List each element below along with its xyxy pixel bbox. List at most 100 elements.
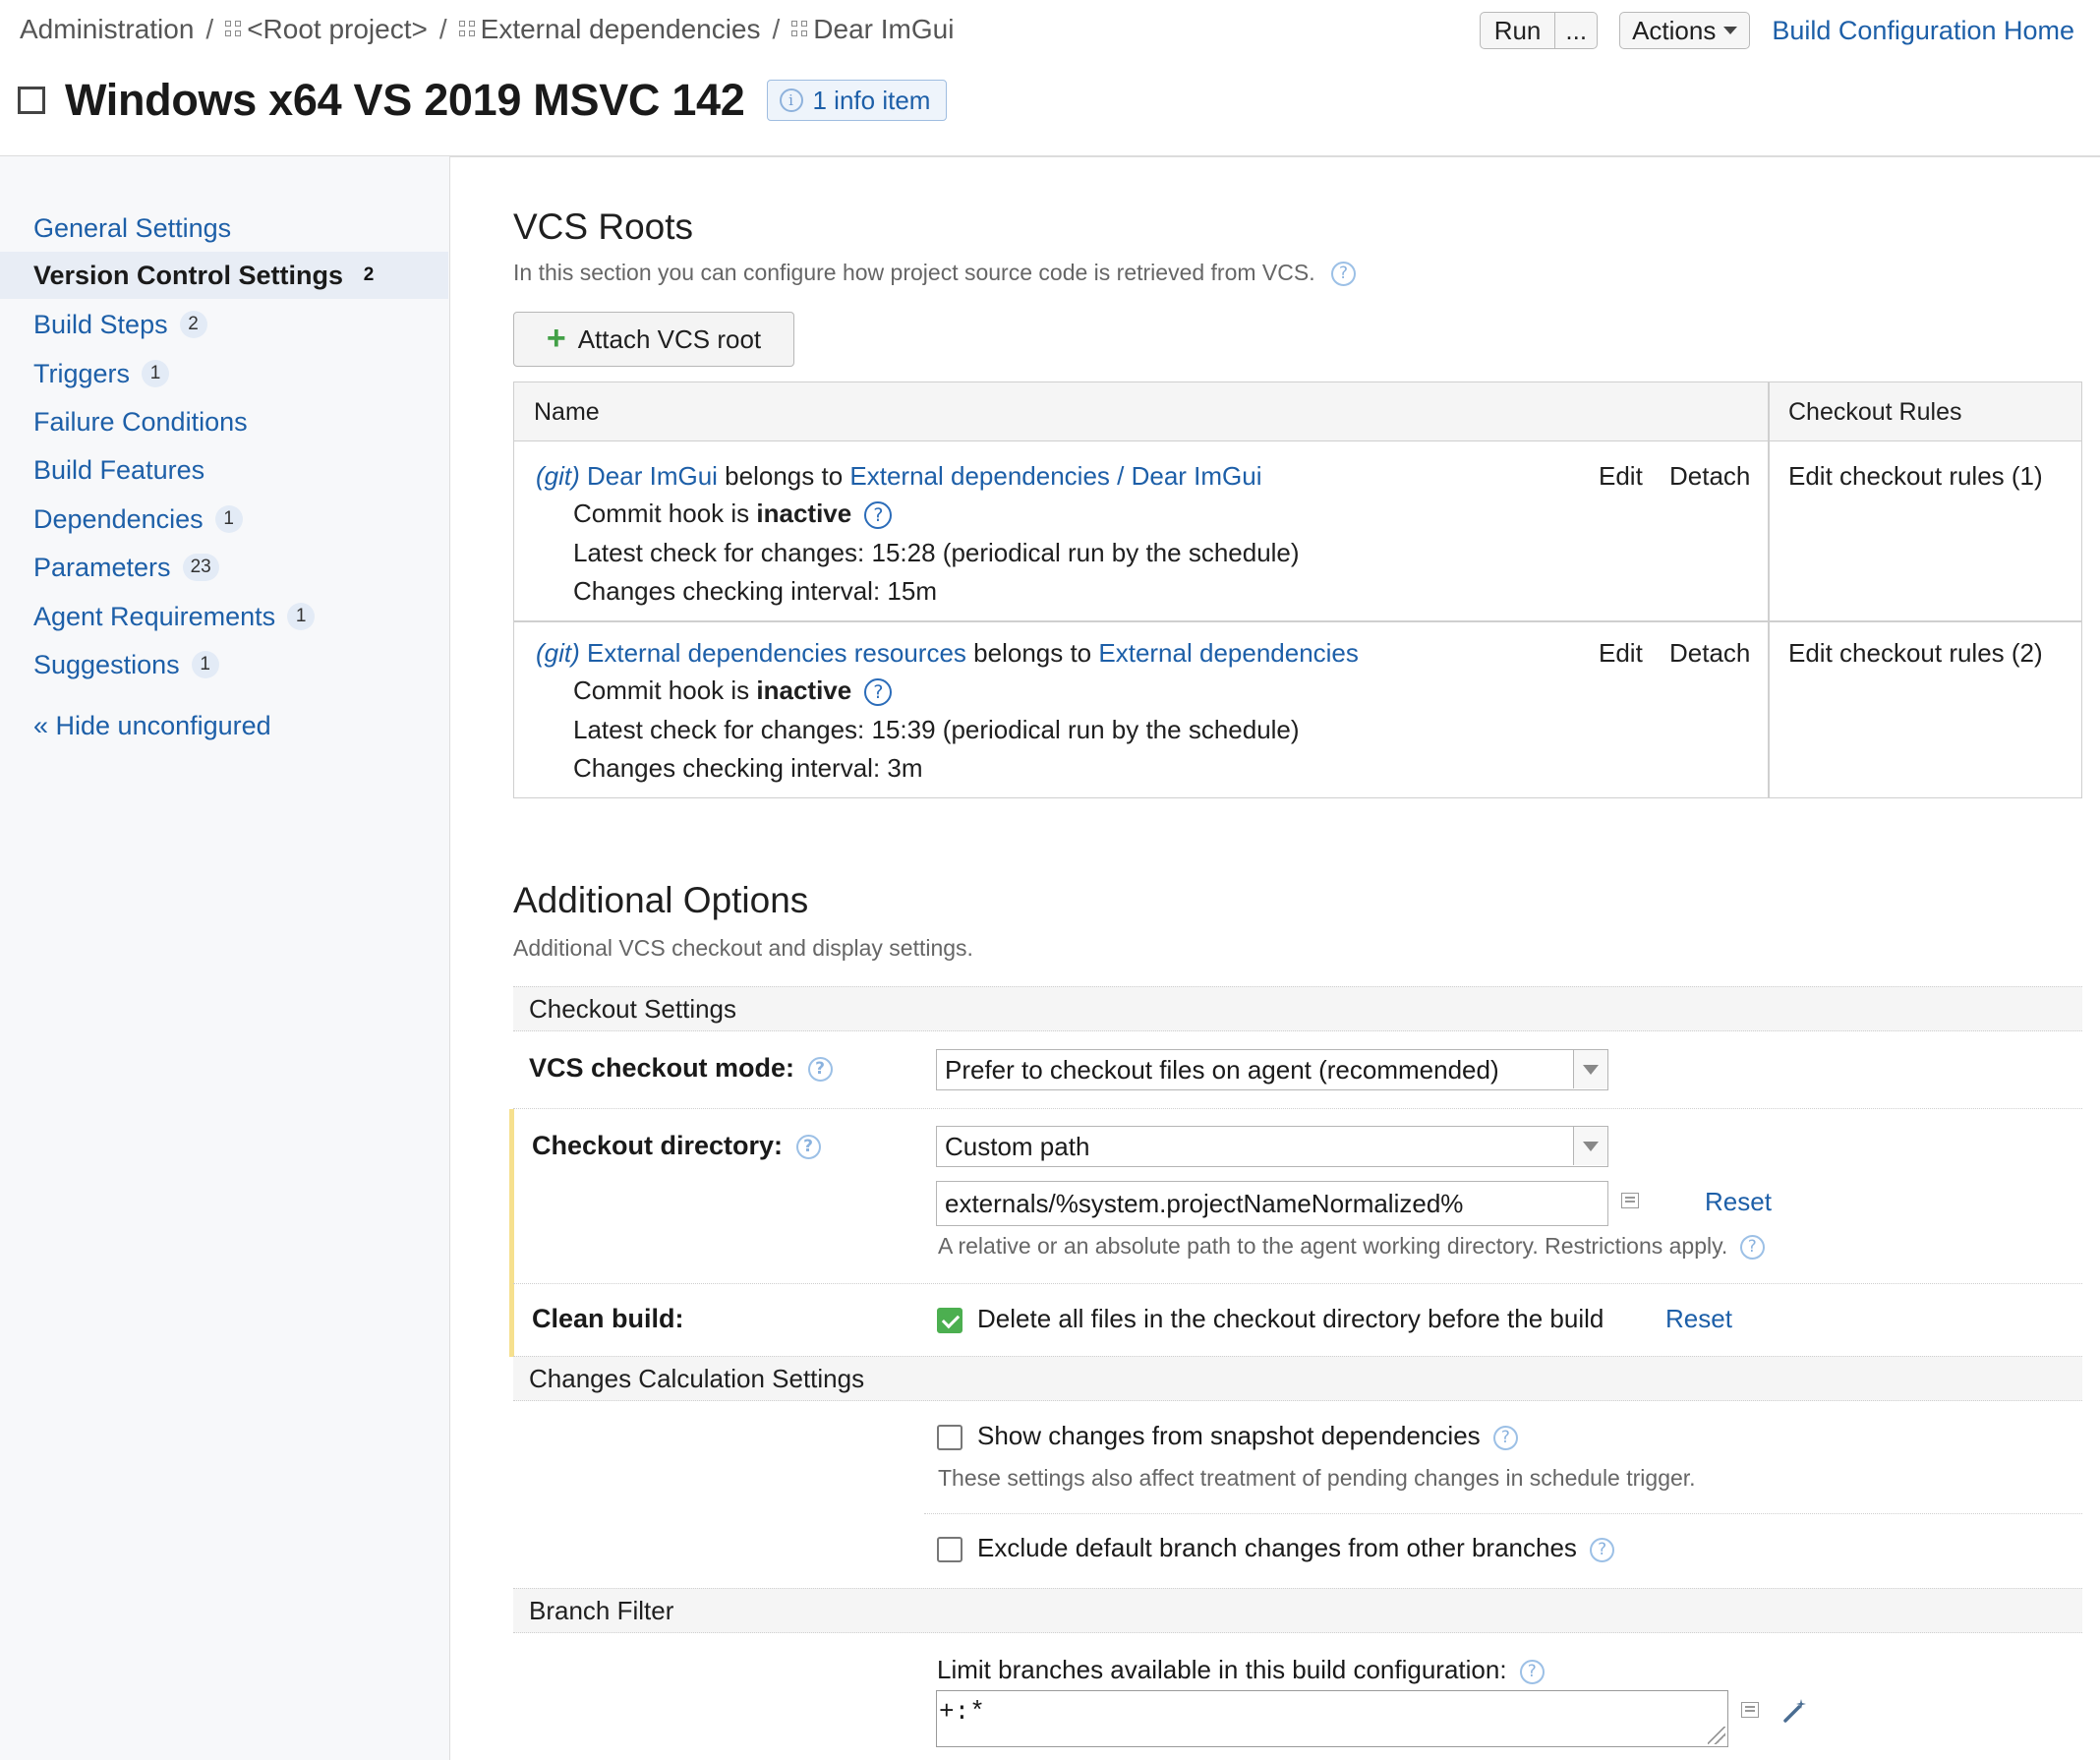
sidebar-item-general-settings[interactable]: General Settings — [0, 205, 448, 252]
edit-vcs-root-link[interactable]: Edit — [1599, 461, 1643, 492]
page-title: Windows x64 VS 2019 MSVC 142 — [65, 75, 745, 125]
commit-hook-prefix: Commit hook is — [573, 499, 750, 528]
sidebar-item-label: Build Features — [33, 454, 205, 485]
checkout-directory-reset-link[interactable]: Reset — [1705, 1187, 1772, 1217]
help-icon[interactable]: ? — [1331, 262, 1357, 287]
column-header-checkout-rules: Checkout Rules — [1769, 382, 2081, 441]
show-snapshot-changes-label: Show changes from snapshot dependencies — [977, 1421, 1481, 1450]
clean-build-reset-link[interactable]: Reset — [1665, 1304, 1732, 1334]
sidebar-item-suggestions[interactable]: Suggestions 1 — [0, 641, 448, 688]
resize-handle-icon[interactable] — [1708, 1727, 1725, 1744]
edit-checkout-rules-link[interactable]: Edit checkout rules (1) — [1788, 461, 2043, 492]
breadcrumb-administration[interactable]: Administration — [20, 14, 194, 45]
run-button[interactable]: Run — [1481, 13, 1555, 48]
help-icon[interactable]: ? — [795, 1135, 821, 1160]
sidebar-item-triggers[interactable]: Triggers 1 — [0, 350, 448, 397]
count-badge: 1 — [191, 651, 219, 678]
actions-dropdown[interactable]: Actions — [1619, 12, 1751, 49]
sidebar-item-label: Build Steps — [33, 309, 168, 339]
row-divider — [513, 1283, 2082, 1284]
help-icon[interactable]: ? — [1739, 1235, 1765, 1261]
vcs-root-owner-link[interactable]: External dependencies / Dear ImGui — [849, 461, 1261, 491]
row-divider — [513, 1108, 2082, 1109]
sidebar-item-version-control-settings[interactable]: Version Control Settings 2 — [0, 252, 448, 299]
sidebar-item-failure-conditions[interactable]: Failure Conditions — [0, 398, 448, 445]
sidebar-item-build-steps[interactable]: Build Steps 2 — [0, 301, 448, 348]
show-snapshot-changes-row: Show changes from snapshot dependencies … — [977, 1421, 1518, 1451]
sidebar-item-label: Agent Requirements — [33, 601, 276, 631]
additional-options-description: Additional VCS checkout and display sett… — [513, 935, 973, 961]
row-divider — [514, 620, 2081, 622]
vcs-type: (git) — [536, 638, 580, 668]
sidebar-item-build-features[interactable]: Build Features — [0, 446, 448, 494]
attach-vcs-root-label: Attach VCS root — [577, 323, 762, 354]
count-badge: 1 — [142, 360, 170, 387]
vcs-root-link[interactable]: Dear ImGui — [587, 461, 718, 491]
help-icon[interactable]: ? — [864, 678, 893, 707]
sidebar-item-label: Failure Conditions — [33, 406, 248, 437]
detach-vcs-root-link[interactable]: Detach — [1669, 638, 1750, 669]
sidebar-item-label: Triggers — [33, 358, 131, 388]
commit-hook-status: Commit hook is inactive ? — [573, 499, 893, 530]
magic-wand-icon[interactable] — [1781, 1697, 1809, 1725]
run-options-button[interactable]: ... — [1554, 13, 1597, 48]
sidebar-item-agent-requirements[interactable]: Agent Requirements 1 — [0, 593, 448, 640]
clean-build-text: Delete all files in the checkout directo… — [977, 1304, 1604, 1333]
plus-icon: + — [546, 319, 566, 357]
attach-vcs-root-button[interactable]: + Attach VCS root — [513, 312, 794, 367]
row-divider — [924, 1513, 2082, 1514]
parameter-list-icon[interactable] — [1741, 1702, 1759, 1718]
edit-checkout-rules-link[interactable]: Edit checkout rules (2) — [1788, 638, 2043, 669]
breadcrumb-external-dependencies[interactable]: External dependencies — [481, 14, 761, 45]
vcs-roots-table: Name Checkout Rules (git) Dear ImGui bel… — [513, 381, 2082, 798]
sidebar-item-label: Parameters — [33, 552, 171, 582]
exclude-default-branch-row: Exclude default branch changes from othe… — [977, 1533, 1615, 1563]
edit-vcs-root-link[interactable]: Edit — [1599, 638, 1643, 669]
project-icon — [225, 21, 243, 38]
help-icon[interactable]: ? — [864, 501, 893, 530]
commit-hook-value: inactive — [756, 675, 852, 705]
column-divider — [1768, 382, 1770, 797]
actions-label: Actions — [1632, 16, 1717, 45]
sidebar-item-dependencies[interactable]: Dependencies 1 — [0, 496, 448, 543]
vcs-checkout-mode-value: Prefer to checkout files on agent (recom… — [945, 1055, 1499, 1085]
checkout-directory-input[interactable]: externals/%system.projectNameNormalized% — [936, 1181, 1608, 1226]
show-snapshot-changes-checkbox[interactable] — [937, 1425, 962, 1450]
hide-unconfigured-link[interactable]: « Hide unconfigured — [0, 702, 448, 749]
help-icon[interactable]: ? — [807, 1057, 833, 1083]
vcs-checkout-mode-select[interactable]: Prefer to checkout files on agent (recom… — [936, 1049, 1608, 1090]
breadcrumb-dear-imgui[interactable]: Dear ImGui — [813, 14, 954, 45]
info-badge[interactable]: i 1 info item — [766, 80, 948, 121]
clean-build-label: Clean build: — [532, 1304, 684, 1333]
parameter-list-icon[interactable] — [1621, 1193, 1639, 1208]
exclude-default-branch-checkbox[interactable] — [937, 1537, 962, 1562]
help-icon[interactable]: ? — [1590, 1537, 1615, 1562]
help-icon[interactable]: ? — [1492, 1425, 1518, 1450]
branch-limit-row: Limit branches available in this build c… — [937, 1655, 1545, 1685]
sidebar-item-parameters[interactable]: Parameters 23 — [0, 544, 448, 591]
branch-filter-value: +:* — [939, 1697, 985, 1727]
breadcrumb-separator: / — [772, 14, 781, 44]
build-configuration-home-link[interactable]: Build Configuration Home — [1772, 16, 2074, 46]
breadcrumb-separator: / — [205, 14, 214, 44]
sidebar-item-label: Dependencies — [33, 503, 204, 534]
breadcrumb-root-project[interactable]: <Root project> — [247, 14, 428, 45]
checkout-directory-select[interactable]: Custom path — [936, 1126, 1608, 1167]
checkout-directory-label-text: Checkout directory: — [532, 1131, 784, 1160]
branch-filter-textarea[interactable]: +:* — [936, 1690, 1728, 1747]
hide-unconfigured-label: « Hide unconfigured — [33, 710, 271, 740]
info-badge-label: 1 info item — [812, 85, 931, 115]
vcs-roots-heading: VCS Roots — [513, 206, 694, 247]
vcs-root-link[interactable]: External dependencies resources — [587, 638, 966, 668]
column-header-name: Name — [514, 382, 1768, 441]
chevron-down-icon — [1723, 27, 1738, 34]
clean-build-checkbox[interactable] — [937, 1308, 962, 1333]
commit-hook-value: inactive — [756, 499, 852, 528]
detach-vcs-root-link[interactable]: Detach — [1669, 461, 1750, 492]
help-icon[interactable]: ? — [1519, 1659, 1545, 1684]
vcs-roots-description-text: In this section you can configure how pr… — [513, 260, 1315, 285]
sidebar-item-label: General Settings — [33, 212, 232, 243]
project-icon — [791, 21, 809, 38]
title-row: Windows x64 VS 2019 MSVC 142 i 1 info it… — [18, 75, 948, 126]
vcs-root-owner-link[interactable]: External dependencies — [1098, 638, 1359, 668]
